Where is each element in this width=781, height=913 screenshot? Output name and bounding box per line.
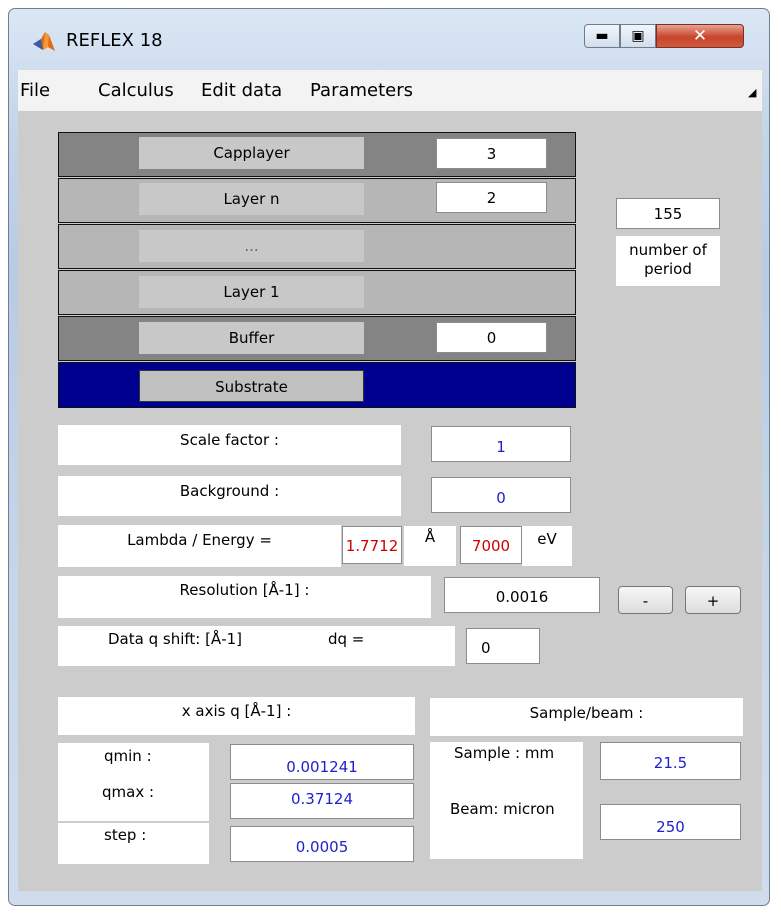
restore-icon: ▣ xyxy=(631,28,645,44)
sample-beam-label: Sample/beam : xyxy=(529,704,644,722)
lambda-energy-label-box: Lambda / Energy = xyxy=(58,525,341,567)
qmin-label: qmin : xyxy=(104,747,152,765)
menu-calculus[interactable]: Calculus xyxy=(98,80,174,101)
menu-file[interactable]: File xyxy=(20,80,50,101)
background-field[interactable]: 0 xyxy=(431,477,571,513)
qmax-field[interactable]: 0.37124 xyxy=(230,783,414,819)
qmin-field[interactable]: 0.001241 xyxy=(230,744,414,780)
dq-label: dq = xyxy=(328,630,365,648)
toolbar-toggle-icon[interactable]: ◢ xyxy=(748,86,756,99)
capplayer-button[interactable]: Capplayer xyxy=(139,137,364,169)
scale-factor-label-box: Scale factor : xyxy=(58,425,401,465)
q-shift-field[interactable]: 0 xyxy=(466,628,540,664)
step-field[interactable]: 0.0005 xyxy=(230,826,414,862)
beam-label: Beam: micron xyxy=(450,800,555,818)
resolution-field[interactable]: 0.0016 xyxy=(444,577,600,613)
scale-factor-field[interactable]: 1 xyxy=(431,426,571,462)
sample-label: Sample : mm xyxy=(454,744,555,762)
background-label-box: Background : xyxy=(58,476,401,516)
menu-parameters[interactable]: Parameters xyxy=(310,80,413,101)
capplayer-count-field[interactable]: 3 xyxy=(436,138,547,169)
q-shift-label: Data q shift: [Å-1] xyxy=(108,630,243,648)
energy-field[interactable]: 7000 xyxy=(460,526,522,564)
resolution-decrease-button[interactable]: - xyxy=(618,586,673,614)
lambda-field[interactable]: 1.7712 xyxy=(342,526,402,564)
close-icon: ✕ xyxy=(692,26,708,46)
ellipsis-button[interactable]: ... xyxy=(139,230,364,262)
resolution-label-box: Resolution [Å-1] : xyxy=(58,576,431,618)
resolution-increase-button[interactable]: + xyxy=(685,586,741,614)
period-label-box: number of period xyxy=(616,236,720,286)
period-label-line1: number of xyxy=(629,241,707,259)
buffer-button[interactable]: Buffer xyxy=(139,322,364,354)
energy-unit: eV xyxy=(522,526,572,566)
q-labels-box: qmin : qmax : xyxy=(58,743,209,864)
period-count-field[interactable]: 155 xyxy=(616,198,720,229)
q-labels-divider xyxy=(58,821,209,823)
layer-n-count-field[interactable]: 2 xyxy=(436,182,547,213)
qmax-label: qmax : xyxy=(102,783,155,801)
lambda-unit: Å xyxy=(404,526,456,566)
minimize-icon: ▬ xyxy=(595,28,609,44)
sample-field[interactable]: 21.5 xyxy=(600,742,741,780)
lambda-energy-label: Lambda / Energy = xyxy=(127,531,272,549)
substrate-button[interactable]: Substrate xyxy=(139,370,364,402)
sample-beam-labels-box: Sample : mm Beam: micron xyxy=(430,742,583,859)
buffer-count-field[interactable]: 0 xyxy=(436,322,547,353)
x-axis-label-box: x axis q [Å-1] : xyxy=(58,697,415,735)
scale-factor-label: Scale factor : xyxy=(180,431,279,449)
background-label: Background : xyxy=(179,482,280,500)
maximize-button[interactable]: ▣ xyxy=(620,24,656,48)
layer-n-button[interactable]: Layer n xyxy=(139,183,364,215)
minimize-button[interactable]: ▬ xyxy=(584,24,620,48)
close-button[interactable]: ✕ xyxy=(656,24,744,48)
q-shift-label-box: Data q shift: [Å-1] dq = xyxy=(58,626,455,666)
layer-1-button[interactable]: Layer 1 xyxy=(139,276,364,308)
resolution-label: Resolution [Å-1] : xyxy=(179,581,310,599)
sample-beam-label-box: Sample/beam : xyxy=(430,698,743,736)
period-label-line2: period xyxy=(644,260,692,278)
step-label: step : xyxy=(104,826,147,844)
window-title: REFLEX 18 xyxy=(66,30,163,51)
x-axis-label: x axis q [Å-1] : xyxy=(181,702,292,720)
beam-field[interactable]: 250 xyxy=(600,804,741,840)
matlab-icon xyxy=(33,32,55,51)
menu-edit-data[interactable]: Edit data xyxy=(201,80,282,101)
